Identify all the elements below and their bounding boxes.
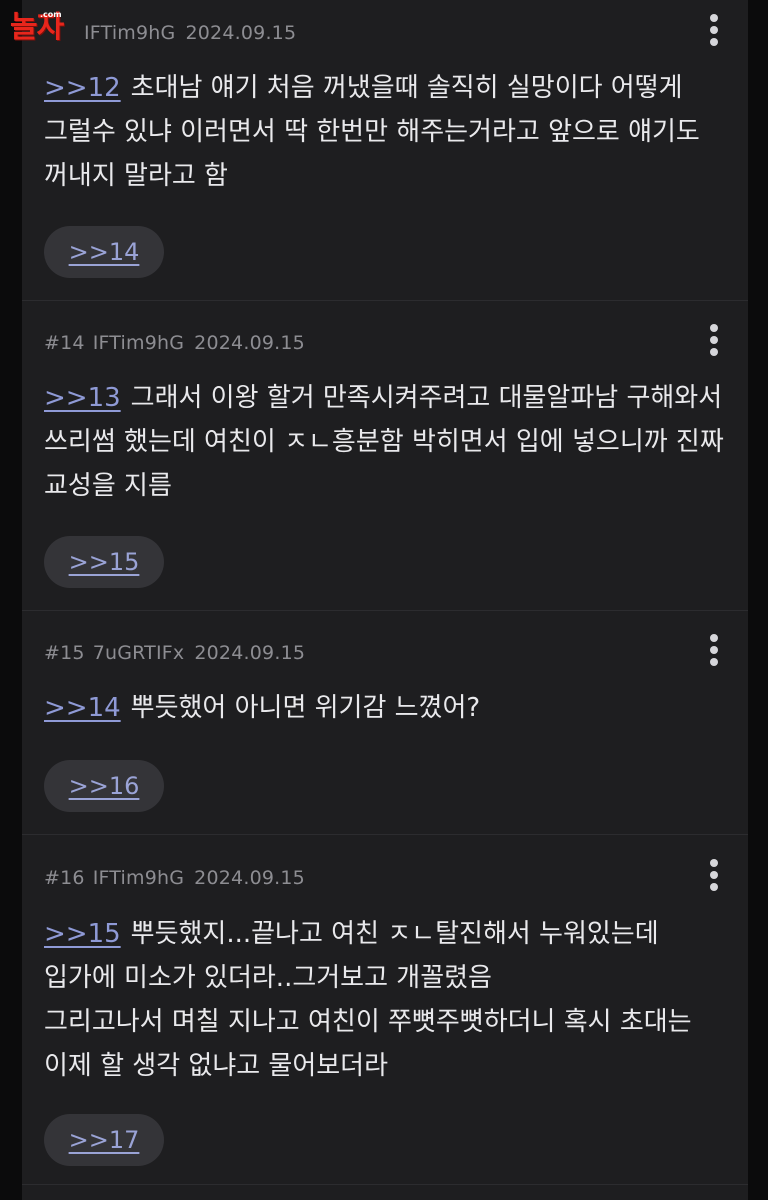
post-date: 2024.09.15 — [185, 22, 297, 44]
post-date: 2024.09.15 — [194, 867, 305, 889]
quote-anchor-link[interactable]: >>13 — [44, 383, 121, 413]
reply-link-button[interactable]: >>15 — [44, 536, 164, 588]
post-uid: IFTim9hG — [92, 332, 185, 354]
post-text: 뿌듯했어 아니면 위기감 느꼈어? — [130, 693, 481, 723]
quote-anchor-link[interactable]: >>12 — [44, 73, 121, 103]
more-options-icon[interactable] — [704, 857, 724, 893]
post-14: #14 IFTim9hG 2024.09.15 >>13 그래서 이왕 할거 만족시켜… — [22, 300, 748, 611]
post-body: >>12 초대남 얘기 처음 꺼냈을때 솔직히 실망이다 어떻게 그럴수 있냐 이… — [44, 66, 724, 198]
post-15: #15 7uGRTIFx 2024.09.15 >>14 뿌듯했어 아니면 위기감 느… — [22, 610, 748, 835]
post-16: #16 IFTim9hG 2024.09.15 >>15 뿌듯했지...끝나고 여친 … — [22, 834, 748, 1185]
site-logo: 놀자 .com — [10, 10, 102, 46]
post-text: 초대남 얘기 처음 꺼냈을때 솔직히 실망이다 어떻게 그럴수 있냐 이러면서 … — [44, 73, 709, 191]
post-uid: IFTim9hG — [92, 867, 185, 889]
post-body: >>15 뿌듯했지...끝나고 여친 ㅈㄴ탈진해서 누워있는데 입가에 미소가 있… — [44, 912, 724, 1088]
quote-anchor-link[interactable]: >>14 — [44, 693, 121, 723]
more-options-icon[interactable] — [704, 322, 724, 358]
post-number: #16 — [44, 867, 85, 889]
thread-list: IFTim9hG 2024.09.15 >>12 초대남 얘기 처음 꺼냈을때 솔직… — [22, 0, 748, 1200]
post-text: 뿌듯했지...끝나고 여친 ㅈㄴ탈진해서 누워있는데 입가에 미소가 있더라..… — [44, 919, 692, 1081]
reply-link-button[interactable]: >>16 — [44, 760, 164, 812]
more-options-icon[interactable] — [704, 632, 724, 668]
post-meta: #16 IFTim9hG 2024.09.15 — [44, 867, 305, 889]
post-uid: 7uGRTIFx — [92, 642, 185, 664]
reply-link-button[interactable]: >>14 — [44, 226, 164, 278]
post-meta: IFTim9hG 2024.09.15 — [84, 22, 296, 44]
post-text: 그래서 이왕 할거 만족시켜주려고 대물알파남 구해와서 쓰리썸 했는데 여친이… — [44, 383, 733, 501]
quote-anchor-link[interactable]: >>15 — [44, 919, 121, 949]
post-13: IFTim9hG 2024.09.15 >>12 초대남 얘기 처음 꺼냈을때 솔직… — [22, 0, 748, 301]
post-date: 2024.09.15 — [194, 642, 306, 664]
post-body: >>14 뿌듯했어 아니면 위기감 느꼈어? — [44, 686, 724, 730]
post-body: >>13 그래서 이왕 할거 만족시켜주려고 대물알파남 구해와서 쓰리썸 했는데… — [44, 376, 724, 508]
page: IFTim9hG 2024.09.15 >>12 초대남 얘기 처음 꺼냈을때 솔직… — [0, 0, 768, 1200]
post-date: 2024.09.15 — [194, 332, 305, 354]
post-number: #15 — [44, 642, 85, 664]
reply-link-button[interactable]: >>17 — [44, 1114, 164, 1166]
post-number: #14 — [44, 332, 85, 354]
logo-suffix: .com — [40, 10, 62, 19]
more-options-icon[interactable] — [704, 12, 724, 48]
post-meta: #15 7uGRTIFx 2024.09.15 — [44, 642, 305, 664]
post-meta: #14 IFTim9hG 2024.09.15 — [44, 332, 305, 354]
